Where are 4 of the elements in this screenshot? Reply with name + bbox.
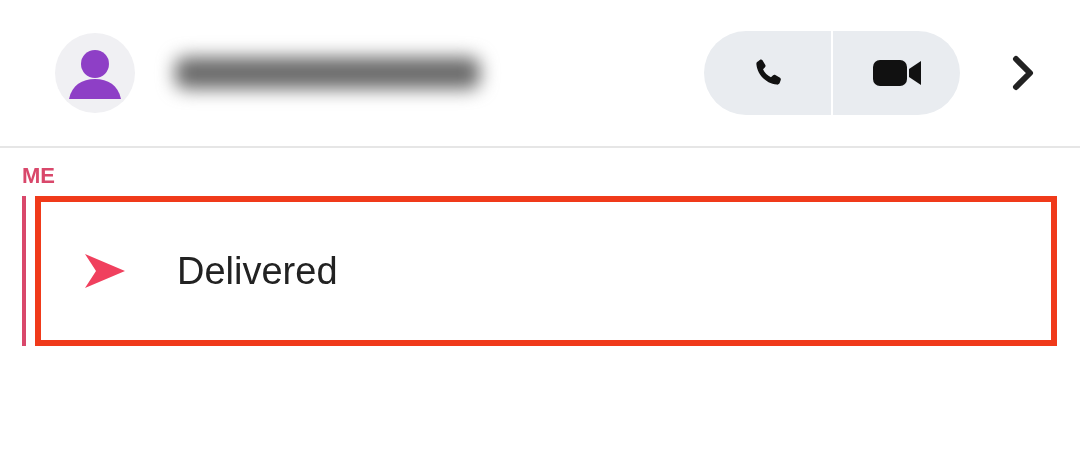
sender-label: ME [22, 164, 56, 188]
sent-arrow-icon [85, 254, 125, 288]
message-status: Delivered [177, 248, 338, 294]
avatar-icon[interactable] [55, 33, 135, 113]
